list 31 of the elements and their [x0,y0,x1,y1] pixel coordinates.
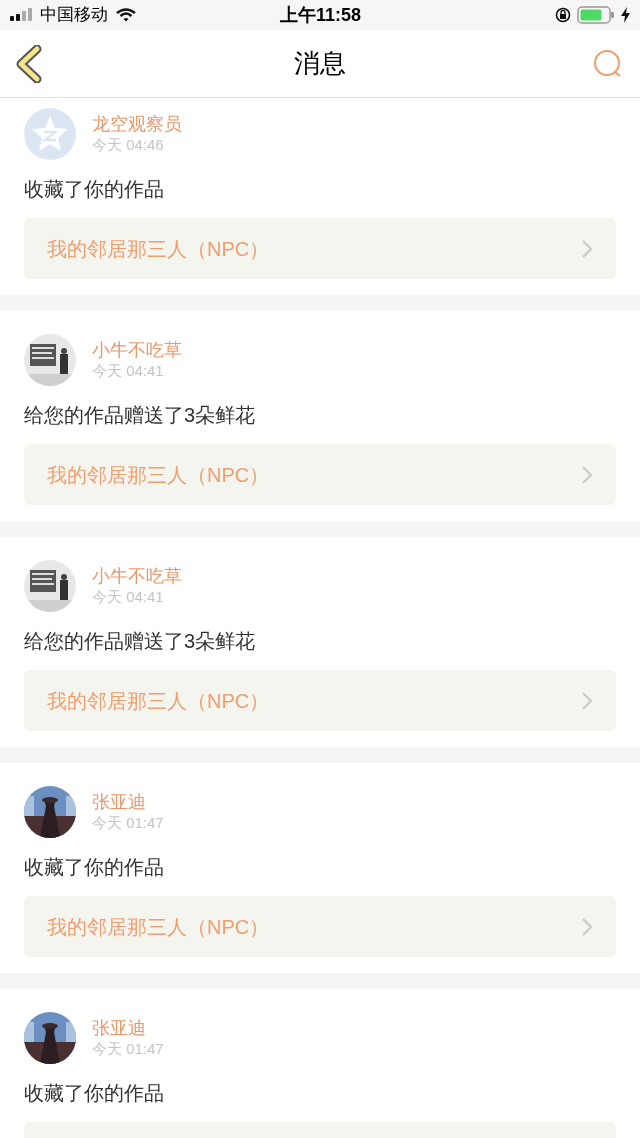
work-link[interactable]: 我的邻居那三人（NPC） [24,896,616,957]
battery-icon [577,6,615,24]
message-text: 给您的作品赠送了3朵鲜花 [24,629,257,654]
charging-icon [621,7,630,23]
message-text: 收藏了你的作品 [24,177,165,202]
user-name[interactable]: 小牛不吃草 [92,339,182,361]
message-text: 给您的作品赠送了3朵鲜花 [24,403,257,428]
message-time: 今天 01:47 [92,813,164,833]
chevron-right-icon [582,465,592,484]
work-link[interactable]: 我的邻居那三人（NPC） [24,444,616,505]
message-time: 今天 04:41 [92,587,165,607]
user-name[interactable]: 张亚迪 [92,791,164,813]
wifi-icon [116,8,136,22]
chevron-right-icon [582,691,592,710]
user-name[interactable]: 龙空观察员 [92,113,182,135]
message-time: 今天 04:46 [92,135,165,155]
user-name[interactable]: 小牛不吃草 [92,565,182,587]
work-link[interactable]: 我的邻居那三人（NPC） [24,670,616,731]
rotation-lock-icon [555,7,571,23]
message-text: 收藏了你的作品 [24,855,165,880]
default-avatar-icon [24,108,76,160]
chevron-right-icon [582,239,592,258]
message-text: 收藏了你的作品 [24,1081,165,1106]
chevron-right-icon [582,917,592,936]
carrier-name: 中国移动 [40,4,108,27]
message-time: 今天 01:47 [92,1039,164,1059]
clock-time: 上午11:58 [280,3,362,27]
user-name[interactable]: 张亚迪 [92,1017,164,1039]
message-time: 今天 04:41 [92,361,165,381]
work-link[interactable]: 我的邻居那三人（NPC） [24,218,616,279]
page-title: 消息 [294,47,346,80]
